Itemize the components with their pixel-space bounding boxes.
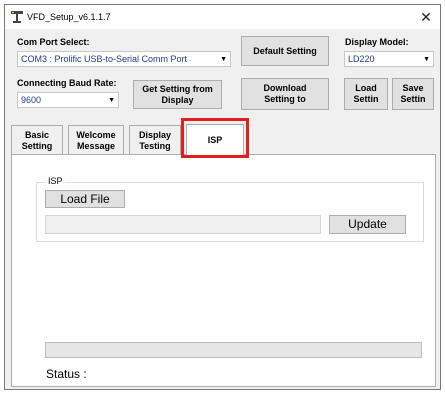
display-model-select[interactable]: LD220 ▼ xyxy=(344,51,434,67)
com-port-label: Com Port Select: xyxy=(17,37,90,47)
load-setting-button[interactable]: Load Settin xyxy=(344,78,388,110)
default-setting-button[interactable]: Default Setting xyxy=(241,36,329,66)
com-port-value: COM3 : Prolific USB-to-Serial Comm Port xyxy=(21,54,188,64)
status-label: Status : xyxy=(46,367,87,381)
progress-bar xyxy=(45,342,422,358)
app-icon xyxy=(11,11,23,23)
com-port-select[interactable]: COM3 : Prolific USB-to-Serial Comm Port … xyxy=(17,51,231,67)
chevron-down-icon: ▼ xyxy=(108,97,115,104)
load-file-button[interactable]: Load File xyxy=(45,190,125,208)
chevron-down-icon: ▼ xyxy=(220,56,227,63)
close-icon[interactable]: ✕ xyxy=(415,7,437,27)
tab-display-testing[interactable]: Display Testing xyxy=(129,125,181,155)
baud-rate-label: Connecting Baud Rate: xyxy=(17,78,117,88)
display-model-label: Display Model: xyxy=(345,37,409,47)
baud-rate-value: 9600 xyxy=(21,95,42,105)
download-setting-button[interactable]: Download Setting to xyxy=(241,78,329,110)
isp-tab-panel: ISP Load File Update Status : xyxy=(11,154,436,387)
display-model-value: LD220 xyxy=(348,54,375,64)
chevron-down-icon: ▼ xyxy=(423,56,430,63)
tab-welcome-message[interactable]: Welcome Message xyxy=(68,125,124,155)
tab-basic-setting[interactable]: Basic Setting xyxy=(11,125,63,155)
window-title: VFD_Setup_v6.1.1.7 xyxy=(27,12,111,22)
baud-rate-select[interactable]: 9600 ▼ xyxy=(17,92,119,108)
file-path-field[interactable] xyxy=(45,215,321,234)
app-window: VFD_Setup_v6.1.1.7 ✕ Com Port Select: CO… xyxy=(4,4,441,390)
get-setting-button[interactable]: Get Setting from Display xyxy=(133,80,222,109)
title-bar: VFD_Setup_v6.1.1.7 ✕ xyxy=(5,5,440,29)
update-button[interactable]: Update xyxy=(329,215,406,234)
isp-group-label: ISP xyxy=(46,176,65,187)
save-setting-button[interactable]: Save Settin xyxy=(392,78,434,110)
tab-isp-highlight: ISP xyxy=(181,118,249,158)
tab-isp[interactable]: ISP xyxy=(186,124,244,155)
